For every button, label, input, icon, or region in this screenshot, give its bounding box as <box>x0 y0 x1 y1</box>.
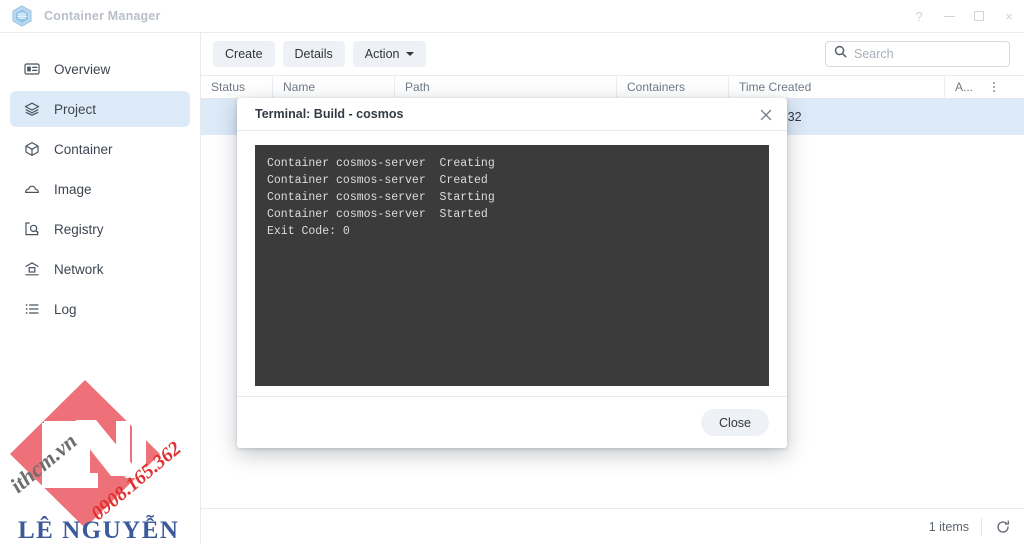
sidebar-item-label: Log <box>54 301 77 317</box>
cell-name <box>273 99 395 135</box>
status-bar: 1 items <box>201 508 1024 544</box>
sidebar-item-container[interactable]: Container <box>10 131 190 167</box>
sidebar-item-log[interactable]: Log <box>10 291 190 327</box>
app-window: Container Manager ? × Overview Project C… <box>0 0 1024 544</box>
cloud-icon <box>22 179 42 199</box>
sidebar-item-label: Network <box>54 261 104 277</box>
cube-icon <box>22 139 42 159</box>
column-header-path[interactable]: Path <box>395 75 617 99</box>
search-icon <box>834 45 847 63</box>
table-body: 2023 21:32 <box>201 99 1024 544</box>
close-window-button[interactable]: × <box>994 0 1024 32</box>
items-count: 1 items <box>928 519 969 534</box>
search-input[interactable]: Search <box>825 41 1010 67</box>
column-header-status[interactable]: Status <box>201 75 273 99</box>
sidebar-item-label: Registry <box>54 221 104 237</box>
list-icon <box>22 299 42 319</box>
sidebar-item-label: Container <box>54 141 113 157</box>
chevron-down-icon <box>405 52 414 56</box>
minimize-button[interactable] <box>934 0 964 32</box>
help-button[interactable]: ? <box>904 0 934 32</box>
action-dropdown-button[interactable]: Action <box>352 41 426 67</box>
cell-path <box>395 99 617 135</box>
window-controls: ? × <box>904 0 1024 32</box>
kebab-menu-icon[interactable] <box>983 75 1005 99</box>
table-row[interactable]: 2023 21:32 <box>201 99 1024 135</box>
sidebar-item-label: Image <box>54 181 92 197</box>
sidebar-item-overview[interactable]: Overview <box>10 51 190 87</box>
sidebar-item-network[interactable]: Network <box>10 251 190 287</box>
app-icon <box>12 5 32 27</box>
app-title: Container Manager <box>44 9 161 23</box>
cell-a <box>945 99 983 135</box>
sidebar-item-image[interactable]: Image <box>10 171 190 207</box>
cell-containers <box>617 99 729 135</box>
sidebar-item-label: Overview <box>54 61 111 77</box>
action-label: Action <box>364 47 400 61</box>
column-header-a[interactable]: A... <box>945 75 983 99</box>
maximize-button[interactable] <box>964 0 994 32</box>
status-divider <box>981 517 982 536</box>
sidebar-item-project[interactable]: Project <box>10 91 190 127</box>
title-bar: Container Manager ? × <box>0 0 1024 32</box>
refresh-icon[interactable] <box>994 518 1012 536</box>
registry-search-icon <box>22 219 42 239</box>
cell-status <box>201 99 273 135</box>
main-content: Create Details Action Search Status Name <box>201 33 1024 544</box>
column-header-time-created[interactable]: Time Created <box>729 75 945 99</box>
cell-time-created: 2023 21:32 <box>739 110 802 124</box>
table-header: Status Name Path Containers Time Created… <box>201 75 1024 99</box>
column-header-containers[interactable]: Containers <box>617 75 729 99</box>
create-button[interactable]: Create <box>213 41 275 67</box>
layers-icon <box>22 99 42 119</box>
toolbar: Create Details Action Search <box>201 33 1024 75</box>
network-icon <box>22 259 42 279</box>
sidebar-item-registry[interactable]: Registry <box>10 211 190 247</box>
details-button[interactable]: Details <box>282 41 345 67</box>
overview-icon <box>22 59 42 79</box>
column-header-name[interactable]: Name <box>273 75 395 99</box>
search-placeholder: Search <box>854 47 894 61</box>
sidebar-item-label: Project <box>54 101 97 117</box>
sidebar: Overview Project Container Image Registr… <box>0 33 200 544</box>
